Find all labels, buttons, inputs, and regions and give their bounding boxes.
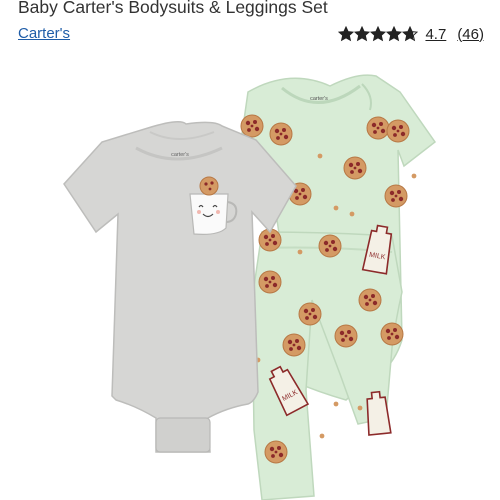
green-bodysuit-tag: carter's [310,96,328,102]
star-icon [370,26,387,42]
product-image[interactable]: MILK MILK carter's carter's [0,60,500,500]
brand-link[interactable]: Carter's [18,24,70,44]
review-count-link[interactable]: (46) [457,26,484,43]
gray-bodysuit-tag: carter's [171,152,189,158]
star-rating [338,26,419,42]
star-icon [338,26,355,42]
star-icon [402,26,419,42]
rating-value[interactable]: 4.7 [425,26,446,43]
star-icon [354,26,371,42]
star-icon [386,26,403,42]
product-title: Baby Carter's Bodysuits & Leggings Set [18,0,328,17]
rating-summary[interactable]: 4.7 (46) [338,24,484,44]
